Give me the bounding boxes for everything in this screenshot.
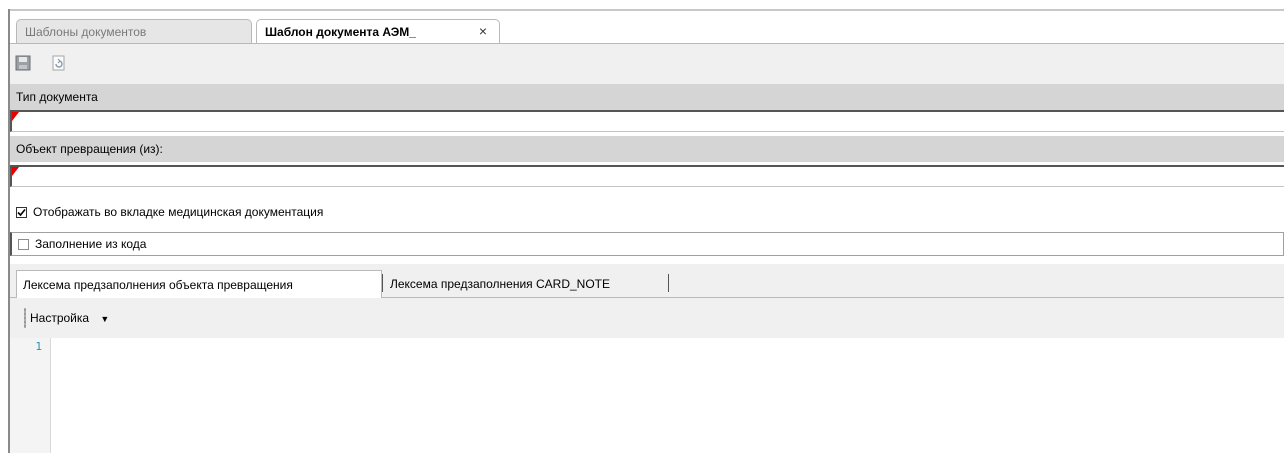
show-in-medical-docs-checkbox[interactable] (16, 206, 27, 218)
tab-label: Лексема предзаполнения CARD_NOTE (390, 277, 611, 291)
doc-type-label-band: Тип документа (10, 84, 1284, 110)
show-in-medical-docs-label: Отображать во вкладке медицинская докуме… (33, 205, 324, 219)
transform-object-label: Объект превращения (из): (16, 142, 163, 156)
tab-strip: Шаблоны документов Шаблон документа АЭМ_… (10, 11, 1284, 43)
settings-label: Настройка (30, 311, 90, 325)
editor-toolbar: Настройка ▼ (10, 298, 1284, 338)
transform-object-label-band: Объект превращения (из): (10, 136, 1284, 162)
line-number-gutter: 1 (10, 338, 51, 453)
show-in-medical-docs-row[interactable]: Отображать во вкладке медицинская докуме… (10, 200, 1284, 224)
toolbar (10, 44, 1284, 84)
required-marker-icon (12, 112, 19, 121)
tab-separator (668, 274, 669, 292)
refresh-icon[interactable] (50, 54, 68, 72)
doc-type-field[interactable] (10, 110, 1284, 132)
tab-prefill-transform-object[interactable]: Лексема предзаполнения объекта превращен… (16, 270, 382, 298)
save-icon[interactable] (14, 54, 32, 72)
toolbar-grip-icon (24, 308, 26, 328)
tab-prefill-card-note[interactable]: Лексема предзаполнения CARD_NOTE (384, 270, 680, 298)
tab-label: Шаблоны документов (25, 24, 147, 39)
line-number: 1 (35, 340, 42, 353)
fill-from-code-checkbox[interactable] (18, 238, 29, 250)
fill-from-code-label: Заполнение из кода (35, 237, 147, 251)
checkmark-icon (17, 208, 26, 216)
settings-menu-button[interactable]: Настройка ▼ (30, 311, 109, 325)
tab-label: Лексема предзаполнения объекта превращен… (23, 277, 293, 292)
transform-object-field[interactable] (10, 165, 1284, 187)
tab-document-templates[interactable]: Шаблоны документов (16, 19, 252, 43)
tab-document-template-aem[interactable]: Шаблон документа АЭМ_ × (256, 19, 500, 43)
caret-down-icon: ▼ (100, 314, 110, 324)
inner-tab-strip: Лексема предзаполнения объекта превращен… (10, 264, 1284, 298)
close-icon[interactable]: × (479, 23, 487, 39)
fill-from-code-row[interactable]: Заполнение из кода (10, 232, 1284, 256)
tab-label: Шаблон документа АЭМ_ (265, 24, 416, 39)
doc-type-label: Тип документа (16, 90, 98, 104)
required-marker-icon (12, 167, 19, 176)
tab-separator (382, 274, 383, 292)
code-editor[interactable]: 1 (10, 338, 1284, 453)
